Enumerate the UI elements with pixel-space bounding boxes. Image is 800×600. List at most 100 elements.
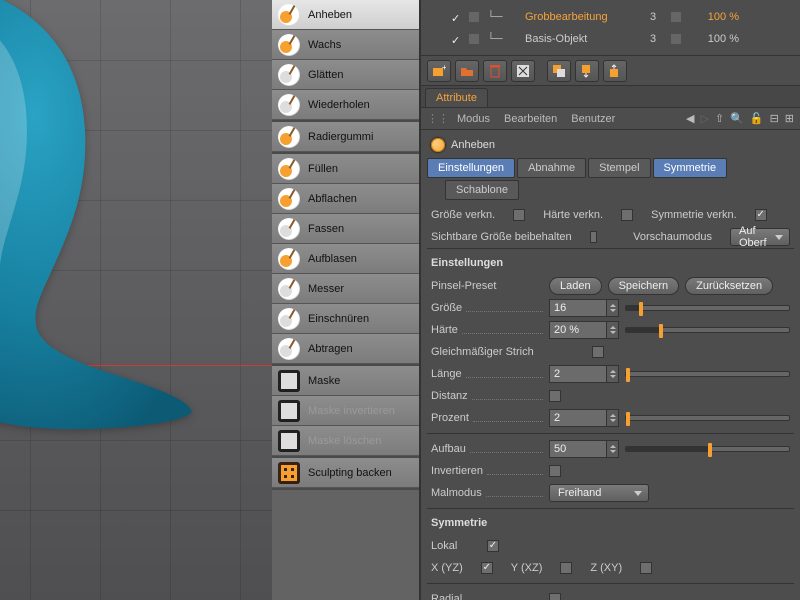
brush-wachs[interactable]: Wachs — [272, 30, 419, 60]
invert-checkbox[interactable] — [549, 465, 561, 477]
up-level-icon[interactable]: ⇧ — [715, 112, 724, 125]
percent-slider[interactable] — [625, 415, 790, 421]
load-preset-button[interactable]: Laden — [549, 277, 602, 295]
brush-wiederholen[interactable]: Wiederholen — [272, 90, 419, 120]
nav-back-icon[interactable]: ◀ — [686, 112, 694, 125]
bake-sculpting[interactable]: Sculpting backen — [272, 458, 419, 488]
brush-label: Maske — [308, 375, 340, 387]
size-stepper[interactable] — [549, 299, 619, 317]
tab-attribute[interactable]: Attribute — [425, 88, 488, 107]
brush-messer[interactable]: Messer — [272, 274, 419, 304]
menu-bearbeiten[interactable]: Bearbeiten — [498, 113, 563, 125]
percent-stepper[interactable] — [549, 409, 619, 427]
brush-icon — [278, 188, 300, 210]
brush-icon — [278, 126, 300, 148]
merge-down-button[interactable] — [575, 60, 599, 82]
brush-glätten[interactable]: Glätten — [272, 60, 419, 90]
brush-anheben[interactable]: Anheben — [272, 0, 419, 30]
distance-checkbox[interactable] — [549, 390, 561, 402]
object-row[interactable]: ✓ └─ Basis-Objekt 3 100 % — [451, 28, 796, 50]
reset-preset-button[interactable]: Zurücksetzen — [685, 277, 773, 295]
viewport-3d[interactable] — [0, 0, 272, 600]
toggle-box-icon[interactable] — [671, 34, 681, 44]
brush-icon — [278, 400, 300, 422]
brush-label: Anheben — [308, 9, 352, 21]
brush-radiergummi[interactable]: Radiergummi — [272, 122, 419, 152]
brush-füllen[interactable]: Füllen — [272, 154, 419, 184]
search-icon[interactable]: 🔍 — [730, 112, 744, 125]
sculpt-model[interactable] — [0, 0, 210, 440]
clear-layer-button[interactable] — [511, 60, 535, 82]
hardness-slider[interactable] — [625, 327, 790, 333]
brush-label: Aufblasen — [308, 253, 357, 265]
toggle-box-icon[interactable] — [671, 12, 681, 22]
object-name[interactable]: Basis-Objekt — [525, 33, 635, 45]
brush-label: Abtragen — [308, 343, 353, 355]
keep-visible-size-checkbox[interactable] — [590, 231, 597, 243]
size-slider[interactable] — [625, 305, 790, 311]
brush-maske[interactable]: Maske — [272, 366, 419, 396]
add-folder-button[interactable] — [455, 60, 479, 82]
brush-icon — [278, 278, 300, 300]
hardness-stepper[interactable] — [549, 321, 619, 339]
brush-maske-invertieren: Maske invertieren — [272, 396, 419, 426]
brush-aufblasen[interactable]: Aufblasen — [272, 244, 419, 274]
brush-icon — [278, 308, 300, 330]
lock-icon[interactable]: 🔓 — [750, 112, 764, 125]
object-manager[interactable]: ✓ └─ Grobbearbeitung 3 100 % ✓ └─ Basis-… — [421, 0, 800, 56]
pin-icon[interactable]: ⊟ — [770, 112, 779, 125]
delete-layer-button[interactable] — [483, 60, 507, 82]
tab-symmetrie[interactable]: Symmetrie — [653, 158, 728, 178]
layer-box-icon[interactable] — [469, 34, 479, 44]
steady-stroke-checkbox[interactable] — [592, 346, 604, 358]
object-row[interactable]: ✓ └─ Grobbearbeitung 3 100 % — [451, 6, 796, 28]
tab-stempel[interactable]: Stempel — [588, 158, 650, 178]
brush-label: Glätten — [308, 69, 343, 81]
sym-x-checkbox[interactable] — [481, 562, 493, 574]
paint-mode-dropdown[interactable]: Freihand — [549, 484, 649, 502]
layer-box-icon[interactable] — [469, 12, 479, 22]
add-layer-button[interactable]: + — [427, 60, 451, 82]
brush-abflachen[interactable]: Abflachen — [272, 184, 419, 214]
link-size-checkbox[interactable] — [513, 209, 525, 221]
sym-y-checkbox[interactable] — [560, 562, 572, 574]
new-window-icon[interactable]: ⊞ — [785, 112, 794, 125]
brush-maske-löschen: Maske löschen — [272, 426, 419, 456]
tab-abnahme[interactable]: Abnahme — [517, 158, 586, 178]
buildup-stepper[interactable] — [549, 440, 619, 458]
link-hardness-checkbox[interactable] — [621, 209, 633, 221]
brush-abtragen[interactable]: Abtragen — [272, 334, 419, 364]
sym-z-checkbox[interactable] — [640, 562, 652, 574]
layers-icon-button[interactable] — [547, 60, 571, 82]
symmetry-heading: Symmetrie — [427, 515, 794, 535]
tab-schablone[interactable]: Schablone — [445, 180, 519, 200]
preview-mode-dropdown[interactable]: Auf Oberf — [730, 228, 790, 246]
visibility-check-icon[interactable]: ✓ — [451, 34, 461, 44]
radial-checkbox[interactable] — [549, 593, 561, 600]
brush-fassen[interactable]: Fassen — [272, 214, 419, 244]
attribute-title: Anheben — [427, 134, 794, 158]
merge-up-button[interactable] — [603, 60, 627, 82]
length-slider[interactable] — [625, 371, 790, 377]
brush-label: Maske invertieren — [308, 405, 395, 417]
buildup-slider[interactable] — [625, 446, 790, 452]
menu-modus[interactable]: Modus — [451, 113, 496, 125]
menu-benutzer[interactable]: Benutzer — [565, 113, 621, 125]
tab-einstellungen[interactable]: Einstellungen — [427, 158, 515, 178]
brush-label: Abflachen — [308, 193, 357, 205]
brush-icon — [278, 4, 300, 26]
brush-icon — [278, 94, 300, 116]
brush-label: Wiederholen — [308, 99, 370, 111]
object-name[interactable]: Grobbearbeitung — [525, 11, 635, 23]
link-symmetry-checkbox[interactable] — [755, 209, 767, 221]
visibility-check-icon[interactable]: ✓ — [451, 12, 461, 22]
length-stepper[interactable] — [549, 365, 619, 383]
brush-einschnüren[interactable]: Einschnüren — [272, 304, 419, 334]
local-checkbox[interactable] — [487, 540, 499, 552]
brush-label: Einschnüren — [308, 313, 369, 325]
save-preset-button[interactable]: Speichern — [608, 277, 680, 295]
brush-icon — [278, 218, 300, 240]
brush-label: Radiergummi — [308, 131, 373, 143]
svg-text:+: + — [442, 64, 446, 72]
brush-label: Maske löschen — [308, 435, 381, 447]
